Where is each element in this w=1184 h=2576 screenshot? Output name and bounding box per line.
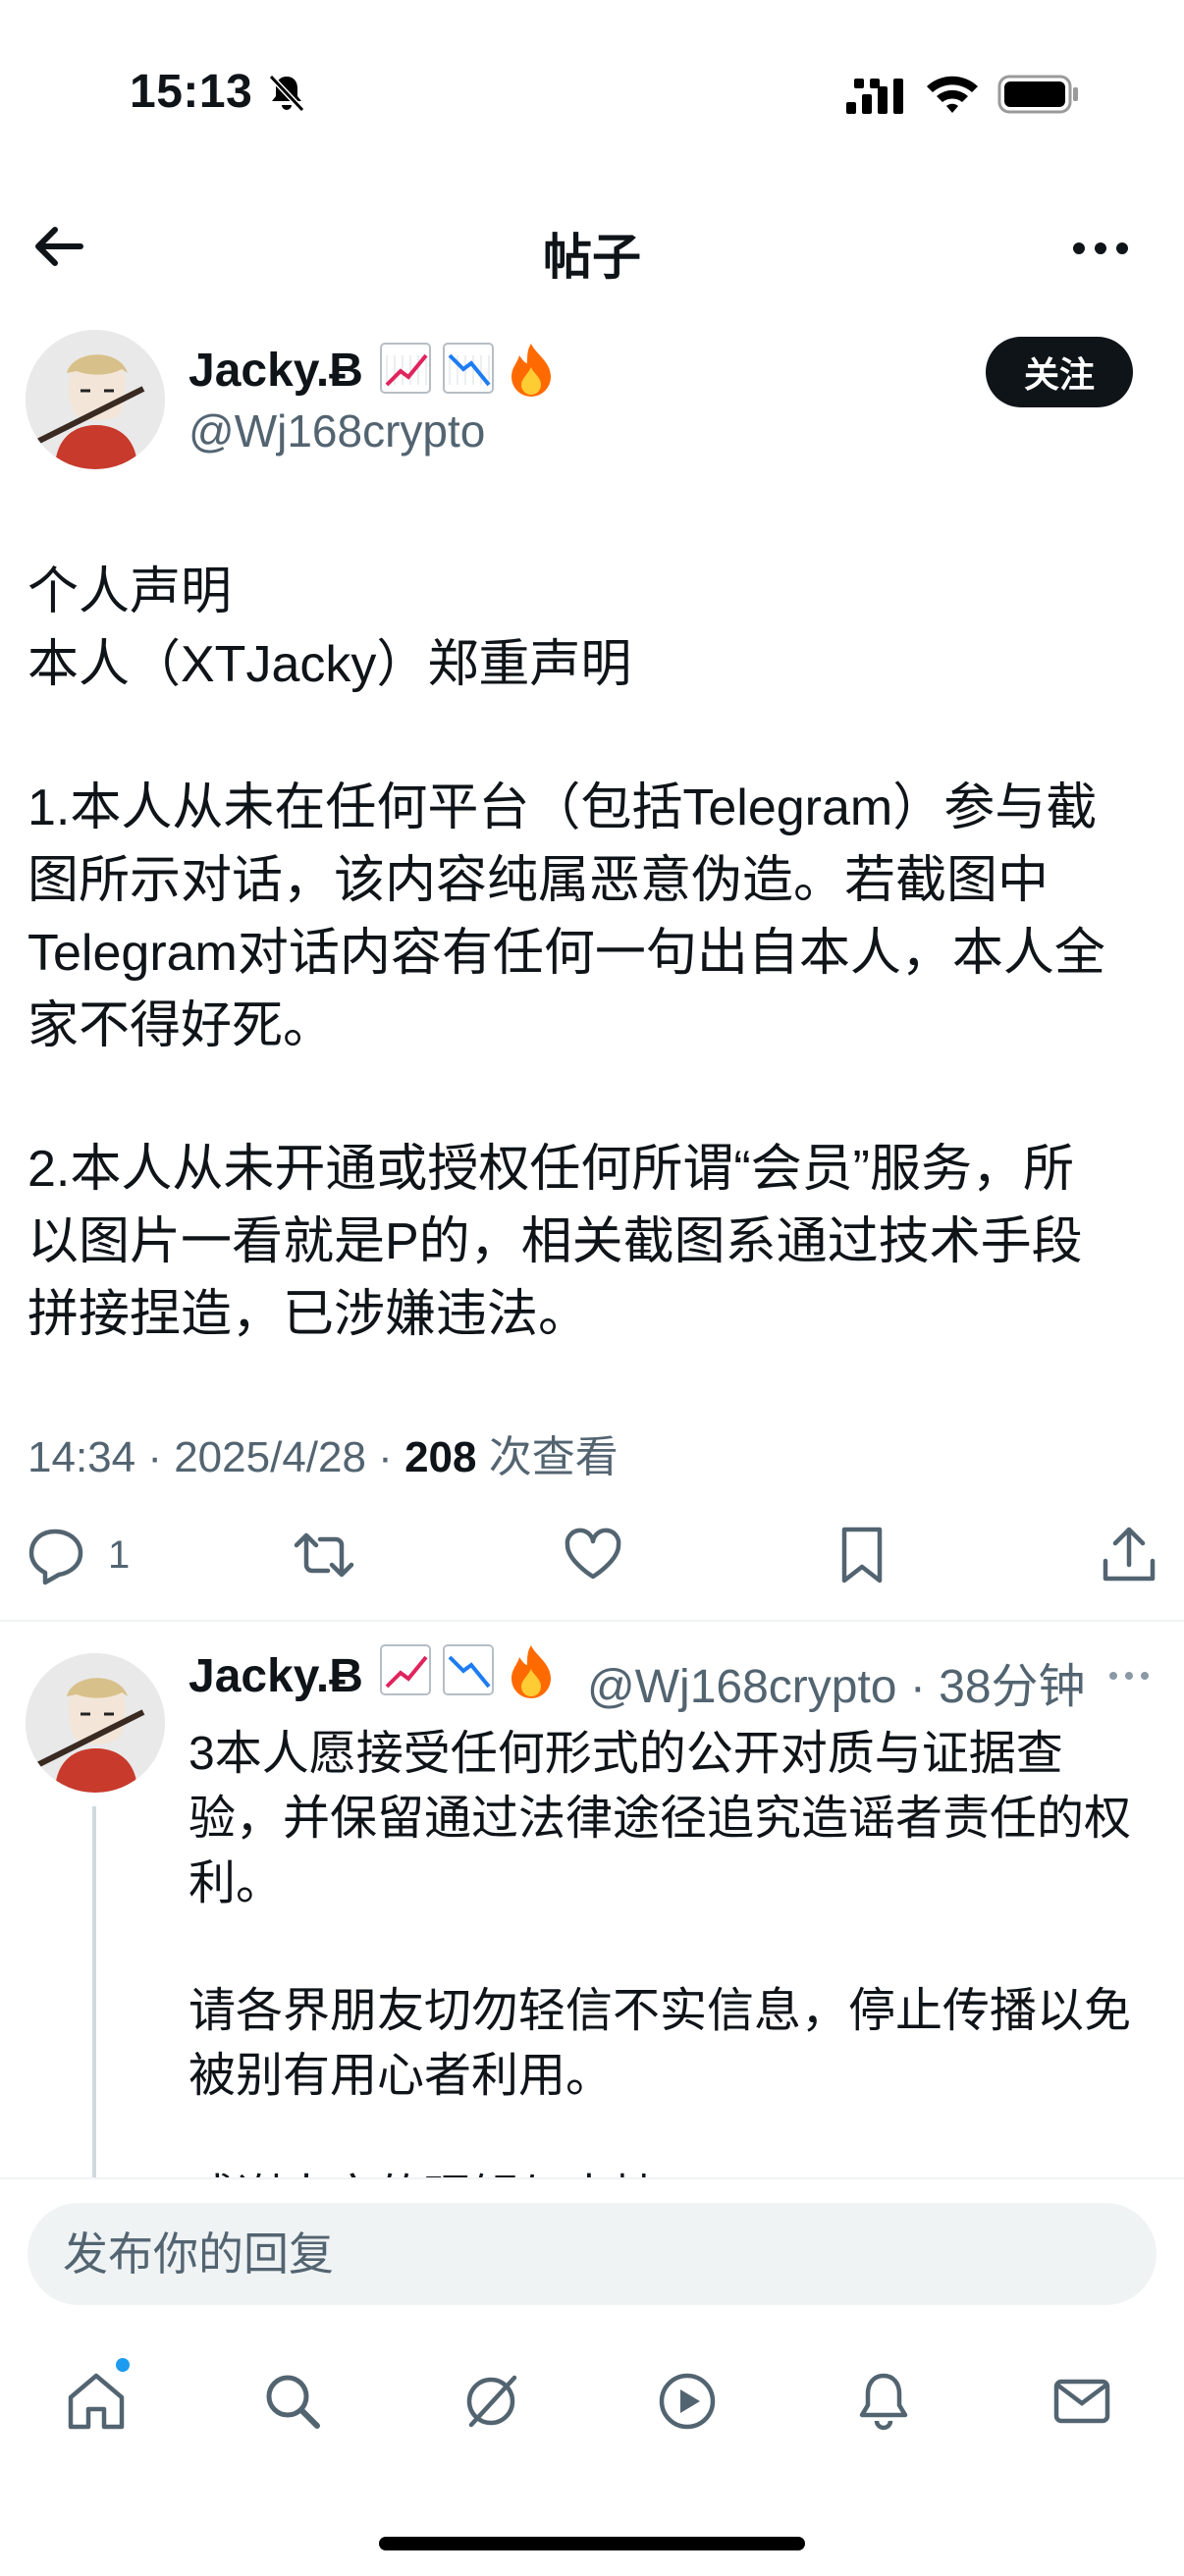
notifications-icon[interactable] xyxy=(850,2368,917,2435)
chart-down-icon xyxy=(443,343,494,394)
fire-icon xyxy=(511,1645,551,1698)
repost-icon[interactable] xyxy=(293,1524,355,1586)
page-title: 帖子 xyxy=(543,230,641,285)
avatar[interactable] xyxy=(26,1653,165,1793)
chart-up-icon xyxy=(380,343,431,394)
post-text-line: 2.本人从未开通或授权任何所谓“会员”服务，所 xyxy=(27,1141,1075,1198)
video-icon[interactable] xyxy=(654,2368,721,2435)
signal-icon xyxy=(846,79,903,114)
post-text-line: 家不得好死。 xyxy=(27,997,335,1054)
reply-icon[interactable] xyxy=(26,1524,88,1586)
post-text-line: 拼接捏造，已涉嫌违法。 xyxy=(27,1286,590,1343)
grok-icon[interactable] xyxy=(457,2368,524,2435)
emoji-row xyxy=(379,340,558,397)
notification-dot xyxy=(116,2358,130,2372)
post-timestamp: 14:34 · 2025/4/28 · xyxy=(27,1433,405,1481)
follow-button[interactable]: 关注 xyxy=(986,337,1133,407)
reply-text-line: 利。 xyxy=(188,1857,284,1909)
post-text-line: 本人（XTJacky）郑重声明 xyxy=(27,636,632,693)
search-icon[interactable] xyxy=(259,2368,326,2435)
reply-text-line: 3本人愿接受任何形式的公开对质与证据查 xyxy=(188,1728,1063,1780)
author-name[interactable]: Jacky.Ƀ xyxy=(188,344,363,398)
post-text-line: Telegram对话内容有任何一句出自本人，本人全 xyxy=(27,925,1105,982)
home-icon[interactable] xyxy=(63,2368,130,2435)
post-text-line: 以图片一看就是P的，相关截图系通过技术手段 xyxy=(27,1213,1083,1270)
bookmark-icon[interactable] xyxy=(831,1524,893,1586)
status-time: 15:13 xyxy=(130,66,253,118)
author-handle[interactable]: @Wj168crypto xyxy=(188,404,485,457)
reply-text-line: 验，并保留通过法律途径追究造谣者责任的权 xyxy=(188,1793,1132,1845)
wifi-icon xyxy=(927,76,978,113)
view-count[interactable]: 208 xyxy=(404,1433,476,1481)
battery-icon xyxy=(997,75,1078,114)
share-icon[interactable] xyxy=(1098,1524,1160,1586)
post-meta: 14:34 · 2025/4/28 · 208 次查看 xyxy=(27,1422,619,1484)
chart-down-icon xyxy=(443,1644,494,1695)
emoji-row xyxy=(379,1641,558,1698)
reply-input[interactable] xyxy=(27,2203,1157,2305)
thread-line xyxy=(92,1806,96,2189)
post-text-line: 个人声明 xyxy=(27,564,233,620)
avatar[interactable] xyxy=(26,330,165,469)
more-options-icon[interactable] xyxy=(1070,236,1131,261)
view-label: 次查看 xyxy=(476,1433,619,1481)
divider xyxy=(0,1620,1184,1622)
like-icon[interactable] xyxy=(562,1524,624,1586)
reply-handle-time[interactable]: @Wj168crypto · 38分钟 xyxy=(587,1647,1086,1716)
reply-text-line: 被别有用心者利用。 xyxy=(188,2050,614,2102)
chart-up-icon xyxy=(380,1644,431,1695)
reply-text-line: 请各界朋友切勿轻信不实信息，停止传播以免 xyxy=(188,1985,1132,2037)
post-text-line: 图所示对话，该内容纯属恶意伪造。若截图中 xyxy=(27,852,1049,909)
more-options-icon[interactable] xyxy=(1107,1669,1151,1683)
post-text-line: 1.本人从未在任何平台（包括Telegram）参与截 xyxy=(27,779,1098,836)
messages-icon[interactable] xyxy=(1049,2368,1115,2435)
home-indicator xyxy=(379,2537,805,2550)
reply-count: 1 xyxy=(108,1533,131,1577)
bell-muted-icon xyxy=(268,74,305,113)
fire-icon xyxy=(511,344,551,397)
reply-author-name[interactable]: Jacky.Ƀ xyxy=(188,1649,363,1703)
